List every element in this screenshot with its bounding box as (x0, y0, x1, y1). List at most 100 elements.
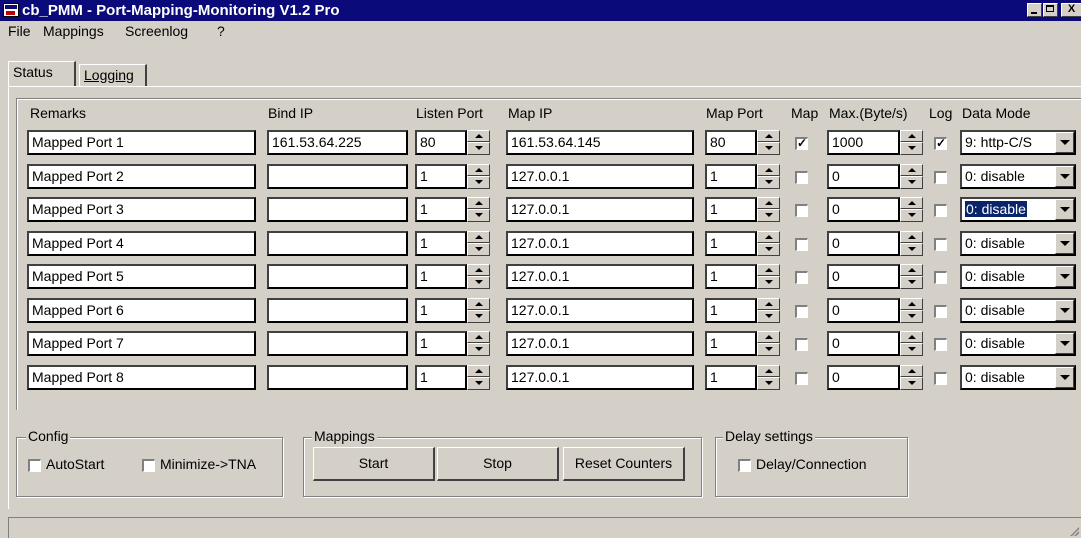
bind-ip-field[interactable] (267, 164, 408, 189)
menu-file[interactable]: File (8, 23, 31, 39)
listen-port-spinner[interactable] (467, 197, 490, 222)
listen-port-field[interactable]: 1 (415, 298, 467, 323)
max-bytes-field[interactable]: 1000 (827, 130, 900, 155)
log-checkbox[interactable] (934, 171, 947, 184)
spin-up-icon[interactable] (757, 197, 780, 209)
spin-down-icon[interactable] (900, 310, 923, 323)
listen-port-field[interactable]: 1 (415, 197, 467, 222)
spin-up-icon[interactable] (467, 231, 490, 243)
map-ip-field[interactable]: 127.0.0.1 (506, 231, 694, 256)
max-bytes-spinner[interactable] (900, 365, 923, 390)
remarks-field[interactable]: Mapped Port 6 (27, 298, 256, 323)
map-port-spinner[interactable] (757, 130, 780, 155)
listen-port-field[interactable]: 1 (415, 331, 467, 356)
spin-down-icon[interactable] (757, 176, 780, 189)
map-port-field[interactable]: 80 (705, 130, 757, 155)
listen-port-spinner[interactable] (467, 231, 490, 256)
remarks-field[interactable]: Mapped Port 1 (27, 130, 256, 155)
spin-up-icon[interactable] (900, 164, 923, 176)
map-ip-field[interactable]: 127.0.0.1 (506, 197, 694, 222)
spin-down-icon[interactable] (467, 142, 490, 155)
log-checkbox[interactable] (934, 204, 947, 217)
map-ip-field[interactable]: 127.0.0.1 (506, 331, 694, 356)
spin-down-icon[interactable] (467, 276, 490, 289)
map-port-field[interactable]: 1 (705, 197, 757, 222)
log-checkbox[interactable] (934, 305, 947, 318)
log-checkbox[interactable] (934, 338, 947, 351)
map-checkbox[interactable] (795, 372, 808, 385)
spin-down-icon[interactable] (467, 176, 490, 189)
listen-port-field[interactable]: 1 (415, 365, 467, 390)
autostart-checkbox[interactable] (28, 459, 41, 472)
listen-port-field[interactable]: 1 (415, 231, 467, 256)
spin-down-icon[interactable] (900, 343, 923, 356)
spin-up-icon[interactable] (900, 298, 923, 310)
spin-up-icon[interactable] (757, 331, 780, 343)
bind-ip-field[interactable] (267, 264, 408, 289)
map-checkbox[interactable] (795, 338, 808, 351)
max-bytes-spinner[interactable] (900, 164, 923, 189)
map-checkbox[interactable] (795, 204, 808, 217)
bind-ip-field[interactable]: 161.53.64.225 (267, 130, 408, 155)
remarks-field[interactable]: Mapped Port 4 (27, 231, 256, 256)
spin-down-icon[interactable] (900, 142, 923, 155)
spin-up-icon[interactable] (900, 331, 923, 343)
map-port-field[interactable]: 1 (705, 298, 757, 323)
spin-up-icon[interactable] (757, 264, 780, 276)
close-button[interactable]: X (1061, 3, 1081, 17)
map-checkbox[interactable] (795, 305, 808, 318)
menu-help[interactable]: ? (217, 23, 225, 39)
map-ip-field[interactable]: 127.0.0.1 (506, 365, 694, 390)
spin-down-icon[interactable] (757, 377, 780, 390)
app-icon[interactable] (3, 3, 19, 17)
map-port-field[interactable]: 1 (705, 264, 757, 289)
listen-port-spinner[interactable] (467, 331, 490, 356)
listen-port-field[interactable]: 1 (415, 164, 467, 189)
spin-up-icon[interactable] (757, 164, 780, 176)
spin-down-icon[interactable] (757, 209, 780, 222)
spin-down-icon[interactable] (467, 243, 490, 256)
map-checkbox[interactable]: ✓ (795, 137, 808, 150)
spin-down-icon[interactable] (757, 310, 780, 323)
max-bytes-field[interactable]: 0 (827, 365, 900, 390)
listen-port-spinner[interactable] (467, 164, 490, 189)
max-bytes-spinner[interactable] (900, 298, 923, 323)
max-bytes-spinner[interactable] (900, 231, 923, 256)
spin-down-icon[interactable] (757, 142, 780, 155)
menu-mappings[interactable]: Mappings (43, 23, 104, 39)
spin-up-icon[interactable] (757, 298, 780, 310)
spin-up-icon[interactable] (467, 331, 490, 343)
start-button[interactable]: Start (313, 447, 435, 481)
map-port-field[interactable]: 1 (705, 164, 757, 189)
tab-logging[interactable]: Logging (79, 64, 147, 86)
spin-up-icon[interactable] (900, 130, 923, 142)
max-bytes-spinner[interactable] (900, 130, 923, 155)
log-checkbox[interactable] (934, 271, 947, 284)
spin-up-icon[interactable] (757, 231, 780, 243)
listen-port-spinner[interactable] (467, 365, 490, 390)
spin-down-icon[interactable] (757, 276, 780, 289)
listen-port-spinner[interactable] (467, 264, 490, 289)
max-bytes-spinner[interactable] (900, 264, 923, 289)
spin-up-icon[interactable] (757, 130, 780, 142)
chevron-down-icon[interactable] (1055, 367, 1074, 388)
spin-down-icon[interactable] (900, 377, 923, 390)
spin-down-icon[interactable] (467, 209, 490, 222)
log-checkbox[interactable]: ✓ (934, 137, 947, 150)
map-ip-field[interactable]: 127.0.0.1 (506, 264, 694, 289)
map-checkbox[interactable] (795, 171, 808, 184)
log-checkbox[interactable] (934, 372, 947, 385)
spin-down-icon[interactable] (467, 377, 490, 390)
spin-down-icon[interactable] (757, 343, 780, 356)
map-ip-field[interactable]: 127.0.0.1 (506, 298, 694, 323)
spin-down-icon[interactable] (467, 343, 490, 356)
spin-down-icon[interactable] (757, 243, 780, 256)
spin-up-icon[interactable] (467, 130, 490, 142)
remarks-field[interactable]: Mapped Port 5 (27, 264, 256, 289)
reset-counters-button[interactable]: Reset Counters (563, 447, 685, 481)
remarks-field[interactable]: Mapped Port 8 (27, 365, 256, 390)
log-checkbox[interactable] (934, 238, 947, 251)
max-bytes-field[interactable]: 0 (827, 264, 900, 289)
bind-ip-field[interactable] (267, 197, 408, 222)
map-ip-field[interactable]: 161.53.64.145 (506, 130, 694, 155)
